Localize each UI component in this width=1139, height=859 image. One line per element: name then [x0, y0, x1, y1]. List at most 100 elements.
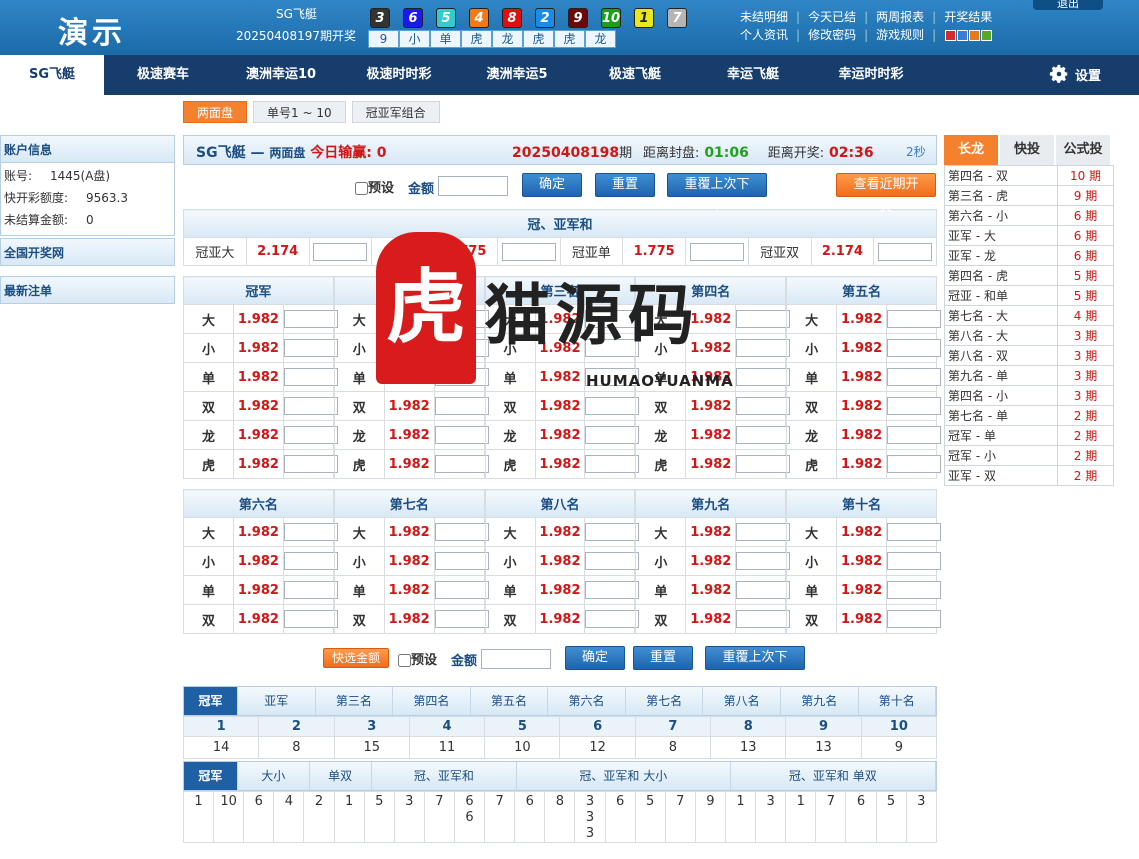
bet-input[interactable] [887, 310, 942, 328]
recent-results-button[interactable]: 查看近期开奖 [836, 173, 936, 214]
right-tab[interactable]: 快投 [1000, 135, 1054, 165]
nav-tab[interactable]: 澳洲幸运10 [222, 55, 340, 95]
bet-input[interactable] [585, 610, 640, 628]
stat-tab[interactable]: 第六名 [548, 687, 626, 715]
bet-input[interactable] [887, 552, 942, 570]
stat-tab[interactable]: 第八名 [703, 687, 781, 715]
exit-button[interactable]: 退出 [1033, 0, 1103, 10]
settings-button[interactable]: 设置 [1048, 63, 1101, 85]
bet-input[interactable] [434, 426, 489, 444]
header-link[interactable]: 个人资讯 [740, 26, 788, 44]
bet-input[interactable] [585, 426, 640, 444]
theme-swatch[interactable] [957, 30, 969, 41]
refresh-countdown[interactable]: 2秒 [906, 143, 926, 160]
road-tab[interactable]: 单双 [310, 762, 372, 790]
bet-input[interactable] [434, 581, 489, 599]
nav-tab[interactable]: 极速时时彩 [340, 55, 458, 95]
stat-tab[interactable]: 第三名 [316, 687, 394, 715]
bet-input[interactable] [283, 426, 338, 444]
sub-tab[interactable]: 单号1 ~ 10 [253, 101, 346, 123]
bet-input[interactable] [585, 581, 640, 599]
bet-input[interactable] [736, 397, 791, 415]
bet-input[interactable] [887, 523, 942, 541]
latest-bets-link[interactable]: 最新注单 [0, 276, 175, 304]
road-tab[interactable]: 冠、亚军和 大小 [517, 762, 731, 790]
bet-input[interactable] [434, 552, 489, 570]
bet-input[interactable] [585, 397, 640, 415]
lottery-net-link[interactable]: 全国开奖网 [0, 238, 175, 266]
bet-input[interactable] [736, 581, 791, 599]
sum-input[interactable] [878, 242, 933, 261]
reset-button[interactable]: 重置 [595, 173, 655, 197]
bet-input[interactable] [585, 455, 640, 473]
header-link[interactable]: 今天已结 [808, 8, 856, 26]
quick-amount-button[interactable]: 快选金额 [323, 648, 390, 668]
theme-swatch[interactable] [945, 30, 957, 41]
theme-swatch[interactable] [981, 30, 993, 41]
preset-checkbox-bottom[interactable]: 预设 [398, 649, 437, 668]
bet-input[interactable] [887, 455, 942, 473]
stat-tab[interactable]: 亚军 [238, 687, 316, 715]
bet-input[interactable] [283, 339, 338, 357]
reset-button-bottom[interactable]: 重置 [633, 646, 693, 670]
road-tab[interactable]: 大小 [238, 762, 310, 790]
stat-tab[interactable]: 第四名 [393, 687, 471, 715]
header-link[interactable]: 未结明细 [740, 8, 788, 26]
bet-input[interactable] [736, 426, 791, 444]
road-tab[interactable]: 冠、亚军和 单双 [731, 762, 937, 790]
stat-tab[interactable]: 第七名 [626, 687, 704, 715]
bet-input[interactable] [434, 455, 489, 473]
bet-input[interactable] [283, 581, 338, 599]
preset-checkbox[interactable]: 预设 [355, 177, 394, 196]
sub-tab[interactable]: 两面盘 [183, 101, 248, 123]
repeat-button-bottom[interactable]: 重覆上次下单 [705, 646, 805, 687]
bet-input[interactable] [887, 397, 942, 415]
bet-input[interactable] [434, 397, 489, 415]
theme-swatch[interactable] [969, 30, 981, 41]
nav-tab[interactable]: 极速飞艇 [576, 55, 694, 95]
road-tab[interactable]: 冠军 [184, 762, 238, 790]
header-link[interactable]: 两周报表 [876, 8, 924, 26]
confirm-button-bottom[interactable]: 确定 [565, 646, 625, 670]
confirm-button[interactable]: 确定 [522, 173, 582, 197]
bet-input[interactable] [887, 610, 942, 628]
stat-tab[interactable]: 第五名 [471, 687, 549, 715]
amount-input-bottom[interactable] [481, 649, 551, 669]
header-link[interactable]: 开奖结果 [944, 8, 992, 26]
bet-input[interactable] [887, 339, 942, 357]
amount-input[interactable] [438, 176, 508, 196]
nav-tab[interactable]: 幸运飞艇 [694, 55, 812, 95]
sub-tab[interactable]: 冠亚军组合 [351, 101, 440, 123]
nav-tab[interactable]: SG飞艇 [0, 55, 104, 95]
bet-input[interactable] [283, 610, 338, 628]
bet-input[interactable] [736, 610, 791, 628]
stat-tab[interactable]: 冠军 [184, 687, 238, 715]
bet-input[interactable] [585, 523, 640, 541]
bet-input[interactable] [283, 455, 338, 473]
bet-input[interactable] [736, 523, 791, 541]
nav-tab[interactable]: 澳洲幸运5 [458, 55, 576, 95]
road-tab[interactable]: 冠、亚军和 [372, 762, 518, 790]
repeat-button[interactable]: 重覆上次下单 [667, 173, 767, 214]
nav-tab[interactable]: 极速赛车 [104, 55, 222, 95]
bet-input[interactable] [434, 523, 489, 541]
bet-input[interactable] [736, 455, 791, 473]
stat-tab[interactable]: 第十名 [859, 687, 937, 715]
header-link[interactable]: 修改密码 [808, 26, 856, 44]
sum-input[interactable] [313, 242, 368, 261]
nav-tab[interactable]: 幸运时时彩 [812, 55, 930, 95]
bet-input[interactable] [585, 552, 640, 570]
bet-input[interactable] [887, 426, 942, 444]
bet-input[interactable] [887, 368, 942, 386]
header-link[interactable]: 游戏规则 [876, 26, 924, 44]
bet-input[interactable] [283, 368, 338, 386]
bet-input[interactable] [283, 397, 338, 415]
right-tab[interactable]: 长龙 [944, 135, 998, 165]
stat-tab[interactable]: 第九名 [781, 687, 859, 715]
bet-input[interactable] [434, 610, 489, 628]
bet-input[interactable] [283, 552, 338, 570]
bet-input[interactable] [887, 581, 942, 599]
right-tab[interactable]: 公式投 [1056, 135, 1110, 165]
bet-input[interactable] [283, 310, 338, 328]
bet-input[interactable] [283, 523, 338, 541]
